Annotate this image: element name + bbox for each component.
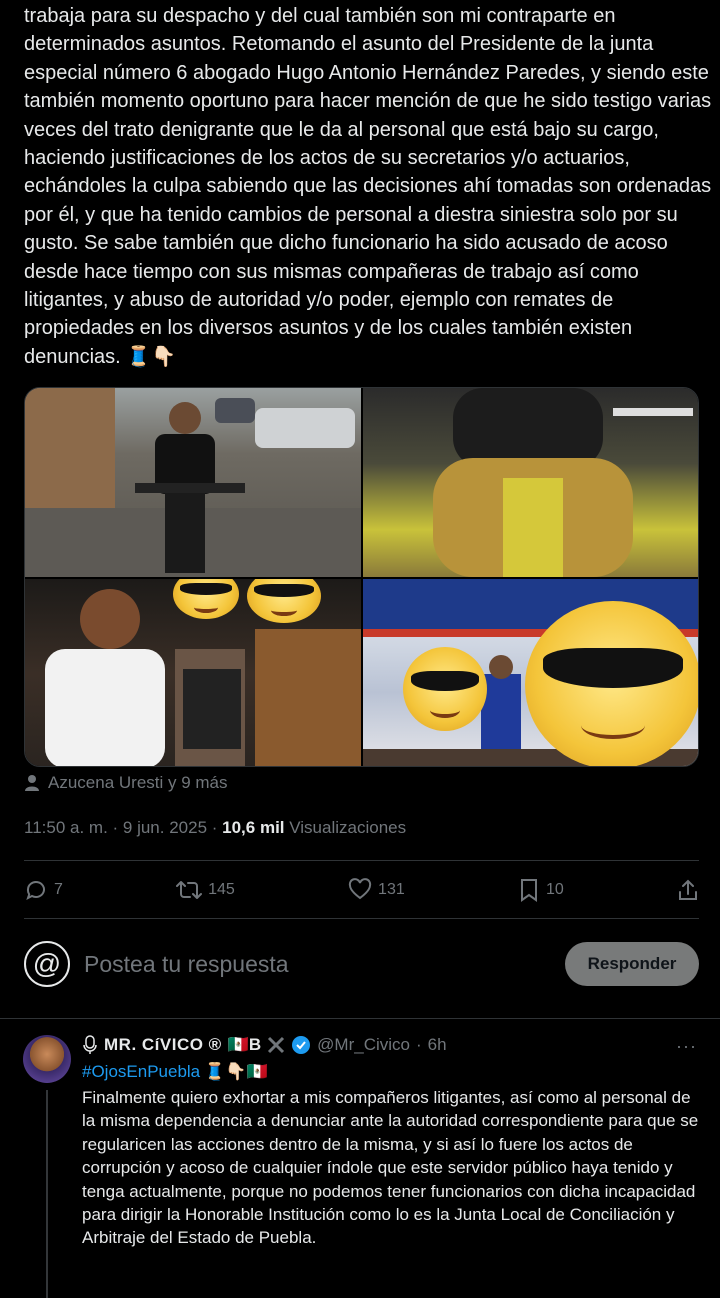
reply-input[interactable]: Postea tu respuesta <box>84 951 565 978</box>
reply-button[interactable]: 7 <box>24 878 63 902</box>
thread-line <box>46 1090 48 1298</box>
tagged-users[interactable]: Azucena Uresti y 9 más <box>24 773 228 793</box>
reply-body-text: Finalmente quiero exhortar a mis compañe… <box>82 1088 699 1248</box>
share-icon <box>678 879 697 900</box>
like-icon <box>348 878 372 900</box>
repost-icon <box>176 881 203 899</box>
bookmark-icon <box>520 879 537 902</box>
tweet-timestamp[interactable]: 11:50 a. m. · 9 jun. 2025 · <box>24 818 222 837</box>
microphone-icon <box>83 1035 97 1054</box>
reply-header: MR. CíVICO ® 🇲🇽B @Mr_Civico · 6h <box>82 1035 447 1055</box>
tweet-meta: 11:50 a. m. · 9 jun. 2025 · 10,6 mil Vis… <box>24 818 406 838</box>
current-user-avatar[interactable]: @ <box>24 941 70 987</box>
bookmark-button[interactable]: 10 <box>518 878 564 902</box>
like-count: 131 <box>378 881 405 898</box>
views-count: 10,6 mil <box>222 818 285 837</box>
emoji-sticker <box>403 647 487 731</box>
photo-gym-mask[interactable] <box>363 388 698 577</box>
tweet-body-text: trabaja para su despacho y del cual tamb… <box>24 5 712 368</box>
bookmark-count: 10 <box>545 881 564 898</box>
respond-button[interactable]: Responder <box>565 942 699 986</box>
reply-count: 7 <box>54 881 63 898</box>
x-logo-icon <box>268 1036 285 1054</box>
verified-badge-icon <box>292 1036 311 1054</box>
divider <box>24 918 699 919</box>
share-button[interactable] <box>677 878 699 902</box>
media-grid[interactable] <box>24 387 699 767</box>
reply-time[interactable]: 6h <box>428 1035 447 1055</box>
photo-motorcycle[interactable] <box>25 388 361 577</box>
reply-icon <box>26 881 45 900</box>
at-sign-icon: @ <box>32 948 62 979</box>
photo-group[interactable] <box>25 579 361 766</box>
reply-author-handle[interactable]: @Mr_Civico <box>317 1035 410 1055</box>
hashtag-emojis: 🧵👇🏻🇲🇽 <box>204 1062 268 1081</box>
reply-author-avatar[interactable] <box>23 1035 71 1083</box>
like-button[interactable]: 131 <box>348 878 405 902</box>
photo-wall[interactable] <box>363 579 698 766</box>
more-icon[interactable]: ··· <box>676 1036 697 1057</box>
reply-composer: @ Postea tu respuesta Responder <box>24 938 699 990</box>
reply-author-name[interactable]: MR. CíVICO ® <box>104 1035 222 1055</box>
dot-separator: · <box>415 1035 422 1054</box>
tagged-users-label: Azucena Uresti y 9 más <box>48 773 228 792</box>
repost-button[interactable]: 145 <box>176 878 235 902</box>
person-icon <box>25 775 39 791</box>
repost-count: 145 <box>208 881 235 898</box>
views-label: Visualizaciones <box>284 818 407 837</box>
emoji-sticker <box>525 601 698 766</box>
section-divider <box>0 1018 720 1019</box>
hashtag-line: #OjosEnPuebla 🧵👇🏻🇲🇽 <box>82 1062 268 1082</box>
hashtag-link[interactable]: #OjosEnPuebla <box>82 1062 200 1082</box>
reply-author-name-suffix: 🇲🇽B <box>227 1035 262 1054</box>
tweet-actions: 7 145 131 10 <box>24 874 699 906</box>
photo-motorcycle-illustration <box>25 388 361 577</box>
divider <box>24 860 699 861</box>
photo-gym-illustration <box>433 388 693 577</box>
